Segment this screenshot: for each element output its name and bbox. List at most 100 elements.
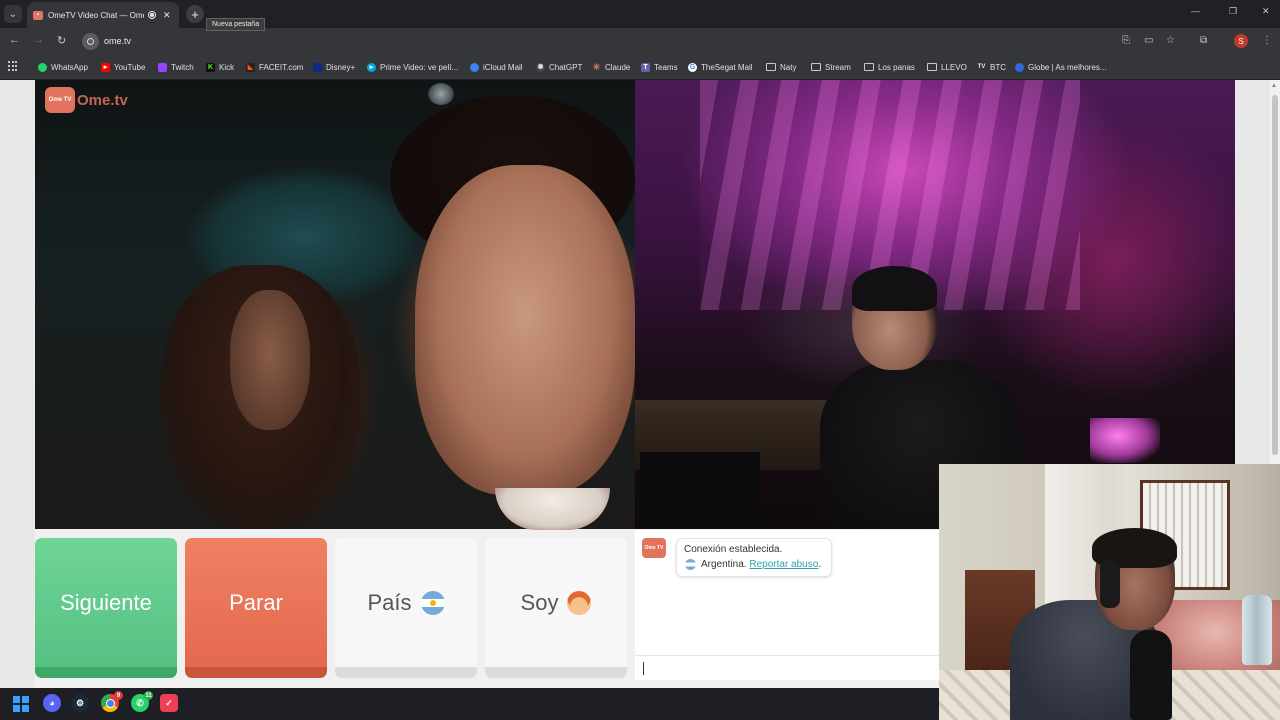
next-button-label: Siguiente: [60, 589, 152, 615]
bookmark-thesegat-mail[interactable]: G TheSegat Mail: [688, 61, 753, 73]
folder-icon: [927, 63, 937, 71]
country-select-button[interactable]: País: [335, 538, 477, 678]
address-bar[interactable]: ome.tv: [104, 36, 131, 46]
prime-video-icon: ▸: [367, 62, 376, 72]
report-abuse-link[interactable]: Reportar abuso: [749, 559, 818, 570]
bookmark-folder-llevo[interactable]: LLEVO: [927, 61, 967, 73]
new-tab-tooltip: Nueva pestaña: [206, 18, 266, 31]
report-suffix: .: [818, 559, 822, 570]
bookmark-claude[interactable]: ✳ Claude: [592, 61, 631, 73]
tab-search-button[interactable]: ⌄: [4, 5, 22, 23]
chat-country-text: Argentina.: [701, 559, 747, 570]
back-icon[interactable]: ←: [9, 34, 20, 46]
close-window-icon[interactable]: ✕: [1262, 6, 1270, 17]
restore-icon[interactable]: ❐: [1229, 6, 1237, 17]
bookmark-folder-los-panas[interactable]: Los panas: [864, 61, 915, 73]
icloud-icon: [470, 62, 479, 72]
self-video-person: [852, 266, 937, 311]
scrollbar-thumb[interactable]: [1272, 95, 1278, 455]
ometv-logo: Ome TV Ome.tv: [45, 86, 128, 114]
ometv-logo-text: Ome.tv: [77, 91, 128, 109]
self-video-monitor: [640, 452, 760, 529]
forward-icon[interactable]: →: [33, 34, 44, 46]
scroll-up-icon[interactable]: ▲: [1271, 83, 1277, 89]
stranger-video-light: [428, 83, 454, 105]
tab-title: OmeTV Video Chat — OmeTV: [48, 10, 144, 20]
pocket-icon[interactable]: ✓: [160, 694, 178, 712]
bookmark-youtube[interactable]: ▸ YouTube: [101, 61, 145, 73]
chatgpt-icon: ✺: [536, 62, 545, 72]
chat-country-line: Argentina. Reportar abuso.: [701, 559, 821, 570]
windows-start-icon[interactable]: [13, 696, 29, 712]
bookmark-faceit[interactable]: ◣ FACEIT.com: [246, 61, 303, 73]
ometv-chat-avatar-icon: Ome TV: [642, 538, 666, 558]
bookmark-folder-naty[interactable]: Naty: [766, 61, 796, 73]
extensions-icon[interactable]: ⧉: [1200, 35, 1207, 46]
webcam-bottle: [1242, 595, 1272, 665]
gender-select-button[interactable]: Soy: [485, 538, 627, 678]
whatsapp-badge: 11: [144, 691, 153, 700]
google-icon: G: [688, 62, 697, 72]
steam-icon[interactable]: ⚙: [71, 694, 89, 712]
close-tab-icon[interactable]: ✕: [163, 10, 171, 21]
bookmark-folder-stream[interactable]: Stream: [811, 61, 851, 73]
boy-emoji-icon: [567, 590, 592, 615]
stranger-video-figure: [230, 290, 310, 430]
gender-button-label: Soy: [520, 589, 559, 615]
whatsapp-icon: [38, 62, 47, 72]
site-info-icon[interactable]: [82, 33, 99, 50]
bookmark-btc[interactable]: TV BTC: [977, 61, 1006, 73]
connection-status-text: Conexión establecida.: [684, 544, 783, 555]
next-button[interactable]: Siguiente: [35, 538, 177, 678]
chat-divider: [635, 655, 939, 656]
bookmark-disney[interactable]: Disney+: [313, 61, 355, 73]
profile-avatar[interactable]: S: [1234, 34, 1248, 48]
ometv-logo-badge: Ome TV: [45, 87, 75, 113]
folder-icon: [766, 63, 776, 71]
bookmark-chatgpt[interactable]: ✺ ChatGPT: [536, 61, 582, 73]
disney-icon: [313, 62, 322, 72]
apps-grid-icon[interactable]: [8, 61, 18, 71]
browser-toolbar: [0, 28, 1280, 55]
kick-icon: K: [206, 62, 215, 72]
bookmark-star-icon[interactable]: ☆: [1166, 35, 1175, 46]
faceit-icon: ◣: [246, 62, 255, 72]
ometv-favicon-icon: ▪: [33, 10, 43, 20]
bookmark-teams[interactable]: T Teams: [641, 61, 678, 73]
btc-icon: TV: [977, 64, 986, 70]
youtube-icon: ▸: [101, 62, 110, 72]
menu-dots-icon[interactable]: ⋮: [1262, 35, 1272, 46]
reload-icon[interactable]: ↻: [57, 34, 66, 47]
cast-icon[interactable]: ▭: [1144, 35, 1153, 46]
discord-icon[interactable]: ◕: [43, 694, 61, 712]
chrome-icon[interactable]: 9: [101, 691, 123, 712]
argentina-flag-icon: [420, 590, 445, 615]
stop-button-label: Parar: [229, 589, 283, 615]
recording-indicator-icon: [148, 11, 156, 19]
bookmark-icloud-mail[interactable]: iCloud Mail: [470, 61, 523, 73]
whatsapp-icon[interactable]: ✆ 11: [131, 691, 153, 712]
stranger-video-figure: [415, 165, 635, 495]
new-tab-button[interactable]: +: [186, 5, 204, 23]
folder-icon: [811, 63, 821, 71]
tab-ometv[interactable]: ▪ OmeTV Video Chat — OmeTV ✕: [27, 2, 179, 28]
bookmark-prime-video[interactable]: ▸ Prime Video: ve pelí...: [367, 61, 458, 73]
webcam-microphone: [1130, 630, 1172, 720]
self-video-lamp: [1090, 418, 1160, 463]
bookmark-twitch[interactable]: Twitch: [158, 61, 194, 73]
claude-icon: ✳: [592, 61, 601, 72]
chat-input[interactable]: [643, 662, 644, 675]
globe-icon: [1015, 62, 1024, 72]
stop-button[interactable]: Parar: [185, 538, 327, 678]
twitch-icon: [158, 62, 167, 72]
bookmark-whatsapp[interactable]: WhatsApp: [38, 61, 88, 73]
minimize-icon[interactable]: —: [1191, 6, 1200, 16]
argentina-flag-icon: [685, 559, 696, 570]
webcam-headphones: [1100, 560, 1120, 608]
teams-icon: T: [641, 62, 650, 72]
chrome-badge: 9: [114, 691, 123, 700]
bookmark-globe[interactable]: Globe | As melhores...: [1015, 61, 1107, 73]
folder-icon: [864, 63, 874, 71]
bookmark-kick[interactable]: K Kick: [206, 61, 234, 73]
translate-icon[interactable]: ⎘: [1122, 35, 1130, 46]
